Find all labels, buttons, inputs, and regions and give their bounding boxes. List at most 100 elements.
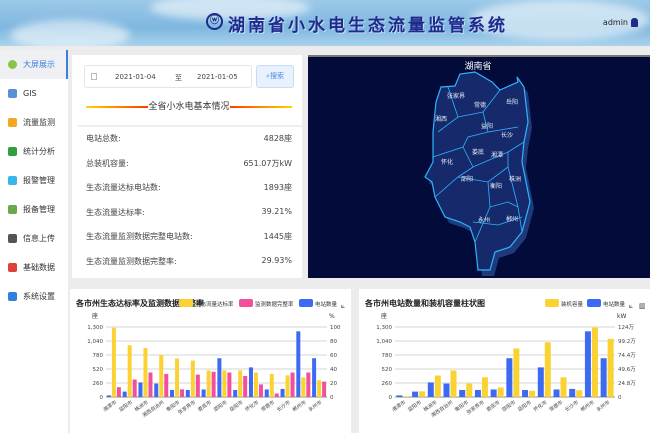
region-label[interactable]: 常德 [474, 101, 486, 109]
bar-0-2[interactable] [138, 382, 143, 397]
bar-1-8[interactable] [238, 370, 243, 397]
bar-2-12[interactable] [306, 372, 311, 398]
sidebar-item-0[interactable]: 大屏展示 [0, 50, 68, 79]
line-chart-toggle-icon[interactable]: ⟀ [629, 302, 633, 310]
legend-label[interactable]: 电站数量 [315, 300, 338, 308]
region-label[interactable]: 永州 [478, 216, 490, 224]
legend-swatch[interactable] [545, 299, 559, 307]
region-label[interactable]: 郴州 [506, 215, 518, 223]
bar-0-6[interactable] [201, 389, 206, 397]
bar-2-9[interactable] [258, 384, 263, 397]
region-label[interactable]: 长沙 [501, 131, 513, 139]
bar-0-7[interactable] [217, 358, 222, 397]
region-label[interactable]: 邵阳 [461, 175, 473, 183]
region-label[interactable]: 衡阳 [490, 182, 502, 190]
sidebar-item-6[interactable]: 信息上传 [0, 224, 68, 253]
region-label[interactable]: 怀化 [441, 158, 453, 166]
province-map[interactable]: 湖南省 张家界 常德 岳阳 湘西 益阳 长沙 娄底 湘潭 怀化 邵阳 衡阳 株洲 永州 郴州 [308, 55, 650, 278]
start-date-input[interactable]: 2021-01-04 [115, 73, 156, 81]
bar-1-5[interactable] [481, 377, 488, 397]
bar-1-6[interactable] [497, 387, 504, 397]
bar-0-4[interactable] [459, 390, 466, 397]
bar-2-4[interactable] [180, 389, 185, 397]
date-range-picker[interactable]: 2021-01-04 至 2021-01-05 [84, 65, 252, 88]
sidebar-item-4[interactable]: 报警管理 [0, 166, 68, 195]
bar-0-9[interactable] [248, 367, 253, 397]
bar-2-5[interactable] [195, 374, 200, 397]
region-label[interactable]: 益阳 [481, 122, 493, 130]
sidebar-item-1[interactable]: GIS [0, 79, 68, 108]
bar-0-10[interactable] [553, 389, 560, 397]
bar-0-12[interactable] [296, 331, 301, 397]
bar-1-10[interactable] [269, 373, 274, 397]
bar-0-13[interactable] [600, 358, 607, 397]
bar-0-7[interactable] [506, 358, 513, 397]
bar-1-7[interactable] [222, 370, 227, 397]
bar-1-11[interactable] [576, 390, 583, 397]
bar-0-9[interactable] [537, 367, 544, 397]
user-menu[interactable]: admin [603, 18, 638, 27]
bar-2-6[interactable] [211, 371, 216, 397]
bar-0-2[interactable] [427, 382, 434, 397]
bar-1-3[interactable] [450, 370, 457, 397]
bar-2-1[interactable] [132, 379, 137, 398]
end-date-input[interactable]: 2021-01-05 [197, 73, 238, 81]
bar-0-11[interactable] [569, 388, 576, 397]
bar-0-5[interactable] [185, 390, 190, 397]
bar-1-9[interactable] [253, 372, 258, 398]
bar-1-3[interactable] [159, 355, 164, 397]
bar-1-6[interactable] [206, 370, 211, 397]
sidebar-item-3[interactable]: 统计分析 [0, 137, 68, 166]
search-button[interactable]: ⌕搜索 [256, 65, 294, 88]
bar-1-13[interactable] [607, 338, 614, 397]
bar-2-0[interactable] [116, 387, 121, 397]
bar-1-1[interactable] [419, 391, 426, 397]
bar-2-8[interactable] [243, 376, 248, 397]
bar-0-1[interactable] [412, 391, 419, 397]
region-label[interactable]: 娄底 [472, 148, 484, 156]
bar-1-12[interactable] [301, 377, 306, 397]
bar-1-9[interactable] [544, 342, 551, 397]
bar-1-4[interactable] [466, 383, 473, 397]
legend-swatch[interactable] [179, 299, 193, 307]
bar-1-0[interactable] [111, 327, 116, 397]
region-label[interactable]: 湘西 [435, 115, 447, 123]
bar-0-8[interactable] [233, 390, 238, 397]
bar-2-10[interactable] [274, 393, 279, 398]
bar-1-2[interactable] [434, 375, 441, 397]
region-label[interactable]: 株洲 [509, 175, 521, 183]
bar-0-8[interactable] [522, 390, 529, 397]
sidebar-item-7[interactable]: 基础数据 [0, 253, 68, 282]
sidebar-item-2[interactable]: 流量监测 [0, 108, 68, 137]
legend-label[interactable]: 装机容量 [561, 300, 584, 308]
bar-1-1[interactable] [127, 345, 132, 397]
bar-chart-toggle-icon[interactable]: ▥ [639, 302, 646, 310]
sidebar-item-8[interactable]: 系统设置 [0, 282, 68, 311]
bar-1-5[interactable] [190, 360, 195, 397]
bar-2-11[interactable] [290, 372, 295, 398]
bar-0-1[interactable] [122, 391, 127, 397]
bar-1-4[interactable] [175, 358, 180, 398]
sidebar-item-5[interactable]: 报备管理 [0, 195, 68, 224]
bar-2-13[interactable] [322, 381, 327, 397]
legend-label[interactable]: 电站数量 [603, 300, 626, 308]
bar-1-12[interactable] [591, 327, 598, 397]
bar-0-3[interactable] [443, 383, 450, 397]
bar-0-13[interactable] [312, 358, 317, 397]
line-chart-toggle-icon[interactable]: ⟀ [341, 302, 345, 310]
region-label[interactable]: 张家界 [447, 92, 465, 100]
region-label[interactable]: 湘潭 [491, 151, 503, 159]
bar-1-13[interactable] [317, 380, 322, 397]
bar-1-8[interactable] [529, 390, 536, 397]
bar-0-10[interactable] [264, 389, 269, 397]
bar-1-10[interactable] [560, 377, 567, 397]
bar-0-0[interactable] [106, 395, 111, 397]
legend-swatch[interactable] [587, 299, 601, 307]
legend-swatch[interactable] [299, 299, 313, 307]
bar-1-11[interactable] [285, 375, 290, 397]
bar-2-7[interactable] [227, 372, 232, 398]
bar-2-3[interactable] [164, 373, 169, 397]
legend-label[interactable]: 生态流量达标率 [195, 300, 234, 308]
legend-label[interactable]: 监测数据完整率 [255, 300, 294, 308]
bar-2-2[interactable] [148, 372, 153, 398]
